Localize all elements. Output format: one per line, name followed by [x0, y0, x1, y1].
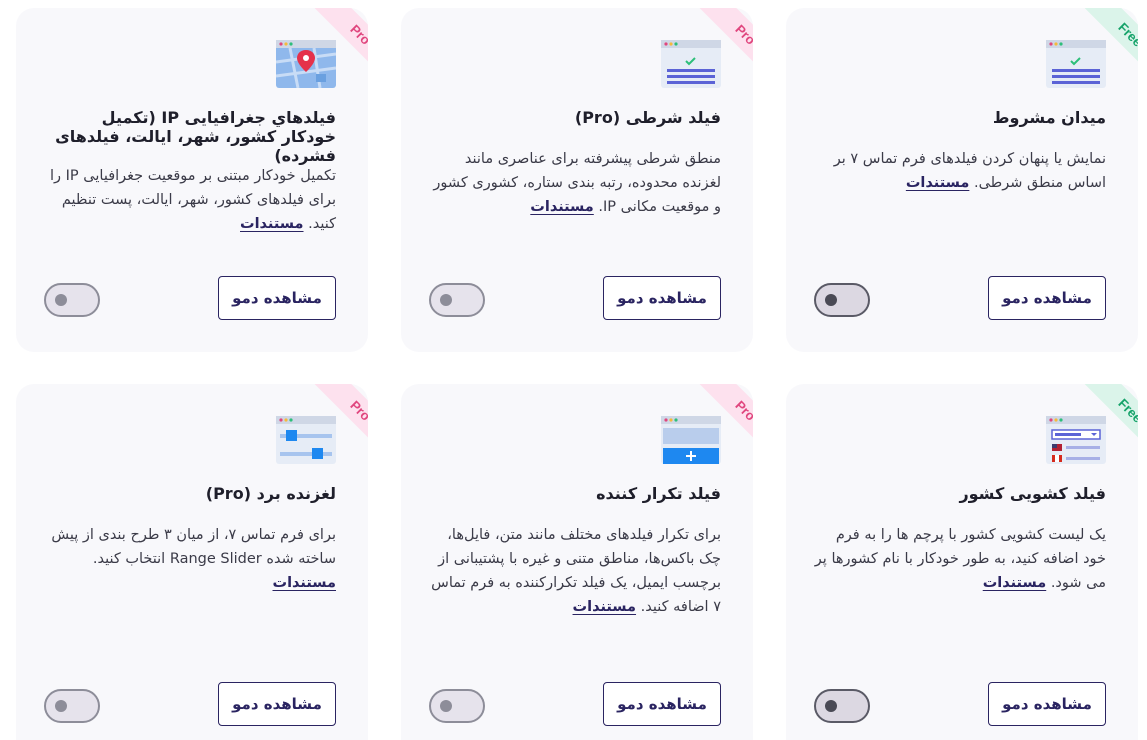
toggle-knob: [440, 700, 452, 712]
enable-toggle[interactable]: [429, 689, 485, 723]
conditional-form-icon: [1046, 40, 1106, 88]
docs-link[interactable]: مستندات: [273, 575, 337, 591]
enable-toggle[interactable]: [429, 283, 485, 317]
card-title: لغزنده برد (Pro): [205, 484, 336, 503]
toggle-knob: [55, 294, 67, 306]
view-demo-button[interactable]: مشاهده دمو: [218, 276, 336, 320]
toggle-knob: [825, 294, 837, 306]
docs-link[interactable]: مستندات: [573, 599, 637, 615]
addon-card-range-slider: Pro لغزنده برد (Pro) برای فرم تماس ۷، از…: [16, 384, 368, 740]
map-pin-icon: [276, 40, 336, 88]
docs-link[interactable]: مستندات: [906, 175, 970, 191]
docs-link[interactable]: مستندات: [530, 199, 594, 215]
enable-toggle[interactable]: [814, 283, 870, 317]
enable-toggle[interactable]: [44, 689, 100, 723]
card-description: تکمیل خودکار مبتنی بر موقعیت جغرافیایی I…: [50, 168, 336, 232]
card-description: یک لیست کشویی کشور با پرچم ها را به فرم …: [814, 527, 1106, 591]
view-demo-button[interactable]: مشاهده دمو: [603, 682, 721, 726]
addon-card-conditional-field: Free میدان مشروط نمایش یا پنهان کردن فیل…: [786, 8, 1138, 352]
country-flag-dropdown-icon: [1046, 416, 1106, 464]
card-title: میدان مشروط: [992, 108, 1106, 127]
docs-link[interactable]: مستندات: [983, 575, 1047, 591]
toggle-knob: [440, 294, 452, 306]
addon-card-repeater-field: Pro فیلد تکرار کننده برای تکرار فیلدهای …: [401, 384, 753, 740]
docs-link[interactable]: مستندات: [240, 216, 304, 232]
card-description: برای فرم تماس ۷، از میان ۳ طرح بندی از پ…: [51, 527, 337, 591]
toggle-knob: [825, 700, 837, 712]
card-description: برای تکرار فیلدهای مختلف مانند متن، فایل…: [431, 527, 721, 615]
card-title: فیلد کشویی کشور: [959, 484, 1106, 503]
addon-card-country-dropdown: Free فیلد کشویی کشور یک لیست کشویی کشور …: [786, 384, 1138, 740]
card-description: منطق شرطی پیشرفته برای عناصری مانند لغزن…: [433, 151, 721, 215]
card-title: فیلدهاي جغرافیایی IP (تکمیل خودکار کشور،…: [55, 108, 336, 165]
repeater-plus-icon: [661, 416, 721, 464]
view-demo-button[interactable]: مشاهده دمو: [218, 682, 336, 726]
addons-grid: Free میدان مشروط نمایش یا پنهان کردن فیل…: [0, 0, 1147, 740]
conditional-form-icon: [661, 40, 721, 88]
card-title: فیلد تکرار کننده: [596, 484, 721, 503]
card-description: نمایش یا پنهان کردن فیلدهای فرم تماس ۷ ب…: [833, 151, 1106, 191]
view-demo-button[interactable]: مشاهده دمو: [988, 682, 1106, 726]
toggle-knob: [55, 700, 67, 712]
addon-card-conditional-field-pro: Pro فیلد شرطی (Pro) منطق شرطی پیشرفته بر…: [401, 8, 753, 352]
card-title: فیلد شرطی (Pro): [574, 108, 721, 127]
range-slider-icon: [276, 416, 336, 464]
enable-toggle[interactable]: [44, 283, 100, 317]
view-demo-button[interactable]: مشاهده دمو: [988, 276, 1106, 320]
enable-toggle[interactable]: [814, 689, 870, 723]
addon-card-ip-geo-fields: Pro فیلدهاي جغرافیایی IP (تکمیل خودکار ک…: [16, 8, 368, 352]
view-demo-button[interactable]: مشاهده دمو: [603, 276, 721, 320]
